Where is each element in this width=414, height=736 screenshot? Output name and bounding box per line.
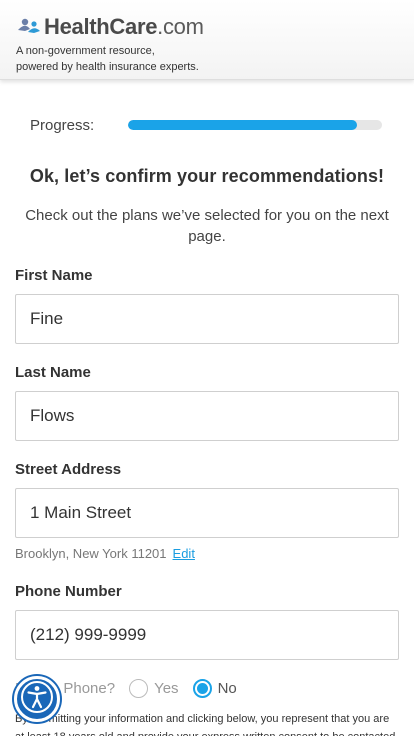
phone-group: Phone Number: [15, 583, 399, 660]
people-logo-icon: [16, 16, 42, 38]
phone-label: Phone Number: [15, 583, 122, 600]
brand-name: HealthCare.com: [44, 14, 204, 40]
street-address-field[interactable]: [15, 488, 399, 538]
progress-bar: [128, 120, 382, 130]
edit-address-link[interactable]: Edit: [173, 546, 195, 561]
last-name-label: Last Name: [15, 364, 91, 381]
first-name-label: First Name: [15, 267, 93, 284]
page-subtitle: Check out the plans we’ve selected for y…: [25, 207, 389, 245]
consent-text: By submitting your information and click…: [15, 713, 395, 736]
contact-form: First Name Last Name Street Address Broo…: [0, 267, 414, 700]
accessibility-button[interactable]: [14, 676, 60, 722]
tagline-line-1: A non-government resource,: [16, 45, 155, 57]
mobile-phone-question: Mobile Phone? Yes No: [15, 676, 399, 700]
phone-field[interactable]: [15, 610, 399, 660]
street-address-group: Street Address Brooklyn, New York 11201 E…: [15, 461, 399, 561]
progress-bar-fill: [128, 120, 357, 130]
progress-label: Progress:: [30, 116, 95, 134]
site-header: HealthCare.com A non-government resource…: [0, 0, 414, 80]
page-title: Ok, let’s confirm your recommendations!: [29, 166, 385, 186]
last-name-group: Last Name: [15, 364, 399, 441]
brand-logo[interactable]: HealthCare.com: [16, 12, 414, 42]
mobile-no-label[interactable]: No: [218, 680, 237, 697]
first-name-group: First Name: [15, 267, 399, 344]
tagline-line-2: powered by health insurance experts.: [16, 61, 199, 73]
brand-tagline: A non-government resource, powered by he…: [16, 43, 414, 75]
progress-section: Progress:: [30, 114, 414, 136]
mobile-yes-label[interactable]: Yes: [154, 680, 178, 697]
mobile-yes-radio[interactable]: [129, 678, 149, 698]
first-name-field[interactable]: [15, 294, 399, 344]
consent-disclaimer: By submitting your information and click…: [0, 710, 400, 736]
mobile-no-radio[interactable]: [192, 678, 212, 698]
brand-name-suffix: .com: [157, 14, 204, 39]
street-address-label: Street Address: [15, 461, 122, 478]
last-name-field[interactable]: [15, 391, 399, 441]
city-state-zip: Brooklyn, New York 11201 Edit: [15, 546, 399, 561]
accessibility-icon: [20, 680, 54, 719]
brand-name-main: HealthCare: [44, 14, 158, 39]
city-state-zip-text: Brooklyn, New York 11201: [15, 546, 167, 561]
